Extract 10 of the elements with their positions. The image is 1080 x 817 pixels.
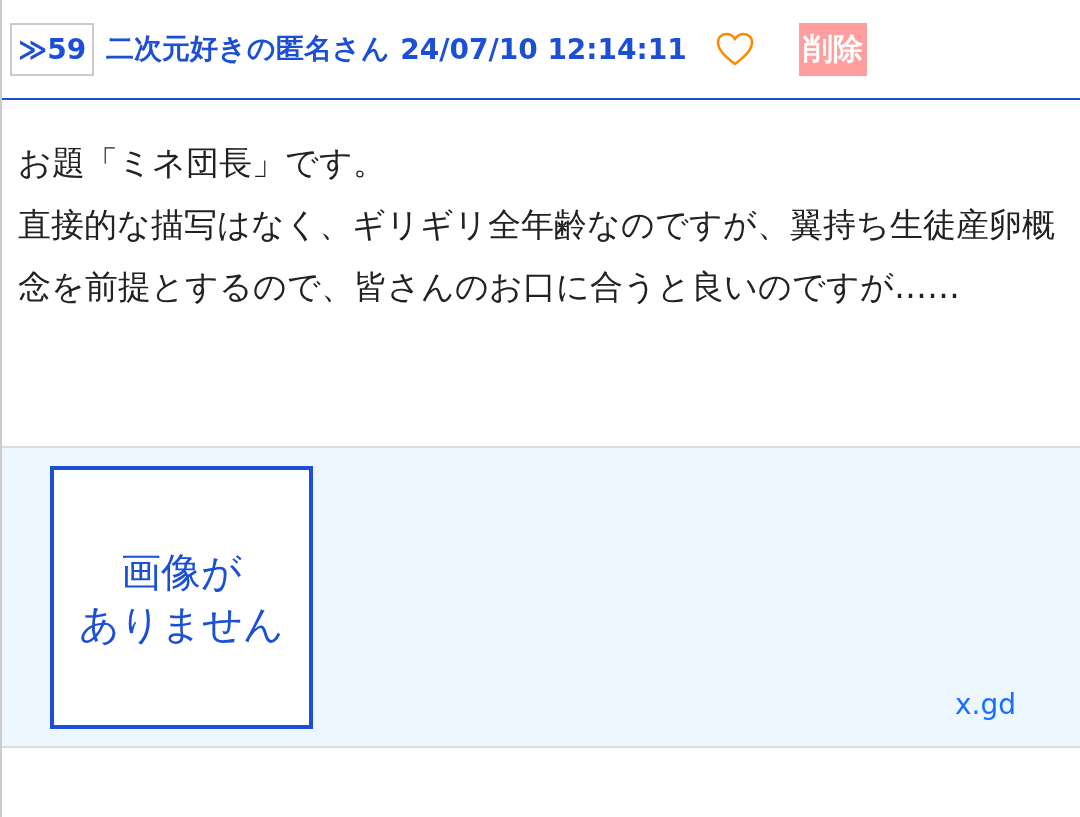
post-text: 直接的な描写はなく、ギリギリ全年齢なのですが、翼持ち生徒産卵概念を前提とするので、皆さんのお口に合うと良いのですが……	[18, 204, 1056, 308]
reply-number-link[interactable]: ≫59	[10, 22, 95, 76]
post-text: お題「ミネ団長」です。	[18, 142, 387, 184]
no-image-text: ありません	[79, 599, 284, 649]
heart-icon[interactable]	[714, 31, 755, 67]
post-timestamp: 24/07/10 12:14:11	[400, 32, 687, 66]
no-image-text: 画像が	[121, 547, 242, 597]
link-preview-card[interactable]: 画像が ありません x.gd	[2, 448, 1080, 748]
link-domain[interactable]: x.gd	[955, 688, 1017, 721]
author-name: 二次元好きの匿名さん	[106, 31, 391, 67]
